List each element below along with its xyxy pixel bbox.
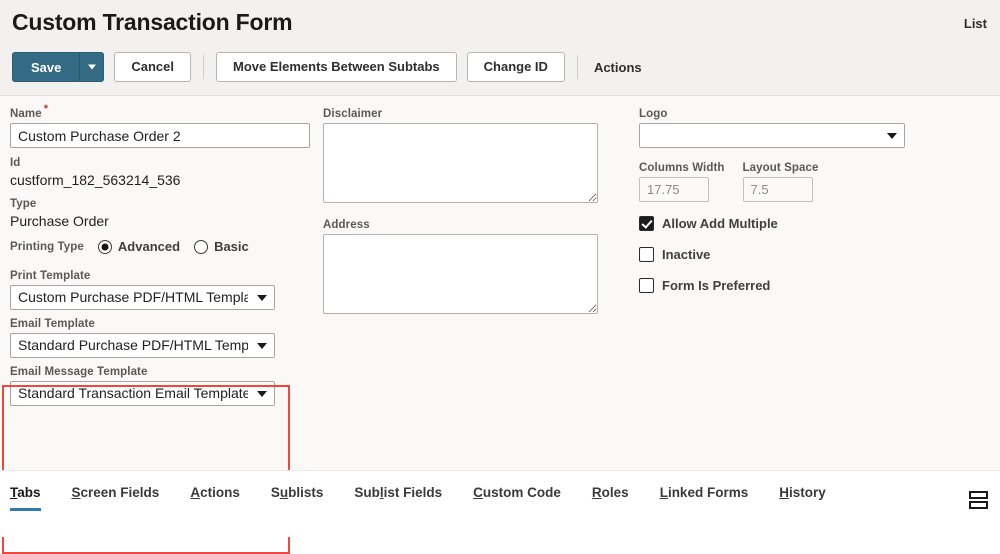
- inactive-row: Inactive: [639, 247, 929, 262]
- subtab-list: Tabs Screen Fields Actions Sublists Subl…: [10, 485, 857, 511]
- disclaimer-textarea[interactable]: [323, 123, 598, 203]
- email-message-template-label: Email Message Template: [10, 366, 148, 378]
- allow-add-multiple-checkbox[interactable]: [639, 216, 654, 231]
- name-label-text: Name: [10, 108, 42, 120]
- tab-screen-fields[interactable]: Screen Fields: [72, 485, 160, 511]
- allow-add-multiple-row: Allow Add Multiple: [639, 216, 929, 231]
- tab-sublist-fields[interactable]: Sublist Fields: [354, 485, 442, 511]
- layout-rows-icon[interactable]: [969, 491, 988, 510]
- id-label: Id: [10, 157, 21, 169]
- form-column-left: Name* Id custform_182_563214_536 Type Pu…: [10, 96, 310, 406]
- inactive-checkbox[interactable]: [639, 247, 654, 262]
- form-is-preferred-checkbox[interactable]: [639, 278, 654, 293]
- layout-space-input[interactable]: [742, 177, 813, 202]
- columns-width-label: Columns Width: [639, 162, 725, 174]
- tab-linked-forms[interactable]: Linked Forms: [660, 485, 749, 511]
- email-message-template-select[interactable]: Standard Transaction Email Template: [10, 381, 275, 406]
- printing-type-radio-advanced[interactable]: [97, 239, 112, 254]
- logo-label: Logo: [639, 108, 668, 120]
- logo-select[interactable]: [639, 123, 905, 148]
- form-is-preferred-label: Form Is Preferred: [662, 278, 771, 293]
- id-value: custform_182_563214_536: [10, 172, 181, 188]
- layout-row-1: [969, 491, 988, 499]
- allow-add-multiple-label: Allow Add Multiple: [662, 216, 778, 231]
- layout-space-label: Layout Space: [742, 162, 819, 174]
- layout-row-2: [969, 501, 988, 509]
- save-dropdown-button[interactable]: [79, 52, 105, 82]
- chevron-down-icon: [257, 294, 267, 301]
- printing-type-row: Printing Type Advanced Basic: [10, 239, 310, 254]
- email-template-select[interactable]: Standard Purchase PDF/HTML Template: [10, 333, 275, 358]
- print-template-label: Print Template: [10, 270, 91, 282]
- printing-type-radio-basic[interactable]: [194, 239, 209, 254]
- tab-tabs[interactable]: Tabs: [10, 485, 41, 511]
- email-template-value: Standard Purchase PDF/HTML Template: [18, 337, 248, 353]
- address-textarea[interactable]: [323, 234, 598, 314]
- chevron-down-icon: [887, 132, 897, 139]
- email-template-arrow-box: [250, 334, 274, 357]
- printing-type-option-advanced: Advanced: [117, 239, 181, 254]
- inactive-label: Inactive: [662, 247, 711, 262]
- form-is-preferred-row: Form Is Preferred: [639, 278, 929, 293]
- save-button[interactable]: Save: [12, 52, 80, 82]
- toolbar-divider-1: [203, 55, 205, 79]
- required-marker: *: [43, 103, 49, 116]
- disclaimer-label: Disclaimer: [323, 108, 383, 120]
- chevron-down-icon: [257, 342, 267, 349]
- page-header: Custom Transaction Form List Save Cancel…: [0, 0, 1000, 96]
- cancel-button[interactable]: Cancel: [114, 52, 192, 82]
- logo-arrow-box: [880, 124, 904, 147]
- columns-width-input[interactable]: [639, 177, 709, 202]
- address-label: Address: [323, 219, 370, 231]
- list-link[interactable]: List: [964, 16, 987, 31]
- tab-sublists[interactable]: Sublists: [271, 485, 324, 511]
- tab-custom-code[interactable]: Custom Code: [473, 485, 561, 511]
- chevron-down-icon: [87, 64, 96, 70]
- print-template-arrow-box: [250, 286, 274, 309]
- printing-type-option-basic: Basic: [214, 239, 249, 254]
- logo-value: [647, 124, 878, 147]
- print-template-select[interactable]: Custom Purchase PDF/HTML Template: [10, 285, 275, 310]
- subtab-bar: Tabs Screen Fields Actions Sublists Subl…: [0, 470, 1000, 537]
- page-title: Custom Transaction Form: [12, 9, 293, 35]
- type-value: Purchase Order: [10, 213, 109, 229]
- save-split-button: Save: [12, 52, 105, 82]
- name-input[interactable]: [10, 123, 310, 148]
- form-body: Name* Id custform_182_563214_536 Type Pu…: [0, 96, 1000, 554]
- actions-menu[interactable]: Actions: [590, 60, 646, 75]
- email-template-label: Email Template: [10, 318, 95, 330]
- tab-roles[interactable]: Roles: [592, 485, 629, 511]
- toolbar: Save Cancel Move Elements Between Subtab…: [12, 52, 646, 82]
- form-column-right: Logo Columns Width Layout Space Allow Ad…: [639, 96, 929, 293]
- form-column-middle: Disclaimer Address: [323, 96, 598, 319]
- toolbar-divider-2: [576, 55, 578, 79]
- name-label: Name *: [10, 104, 310, 120]
- print-template-value: Custom Purchase PDF/HTML Template: [18, 289, 248, 305]
- printing-type-label: Printing Type: [10, 240, 84, 253]
- email-message-template-value: Standard Transaction Email Template: [18, 385, 248, 401]
- email-message-template-arrow-box: [250, 382, 274, 405]
- move-elements-between-subtabs-button[interactable]: Move Elements Between Subtabs: [216, 52, 457, 82]
- tab-history[interactable]: History: [779, 485, 826, 511]
- chevron-down-icon: [257, 390, 267, 397]
- tab-actions[interactable]: Actions: [190, 485, 240, 511]
- change-id-button[interactable]: Change ID: [466, 52, 565, 82]
- type-label: Type: [10, 198, 37, 210]
